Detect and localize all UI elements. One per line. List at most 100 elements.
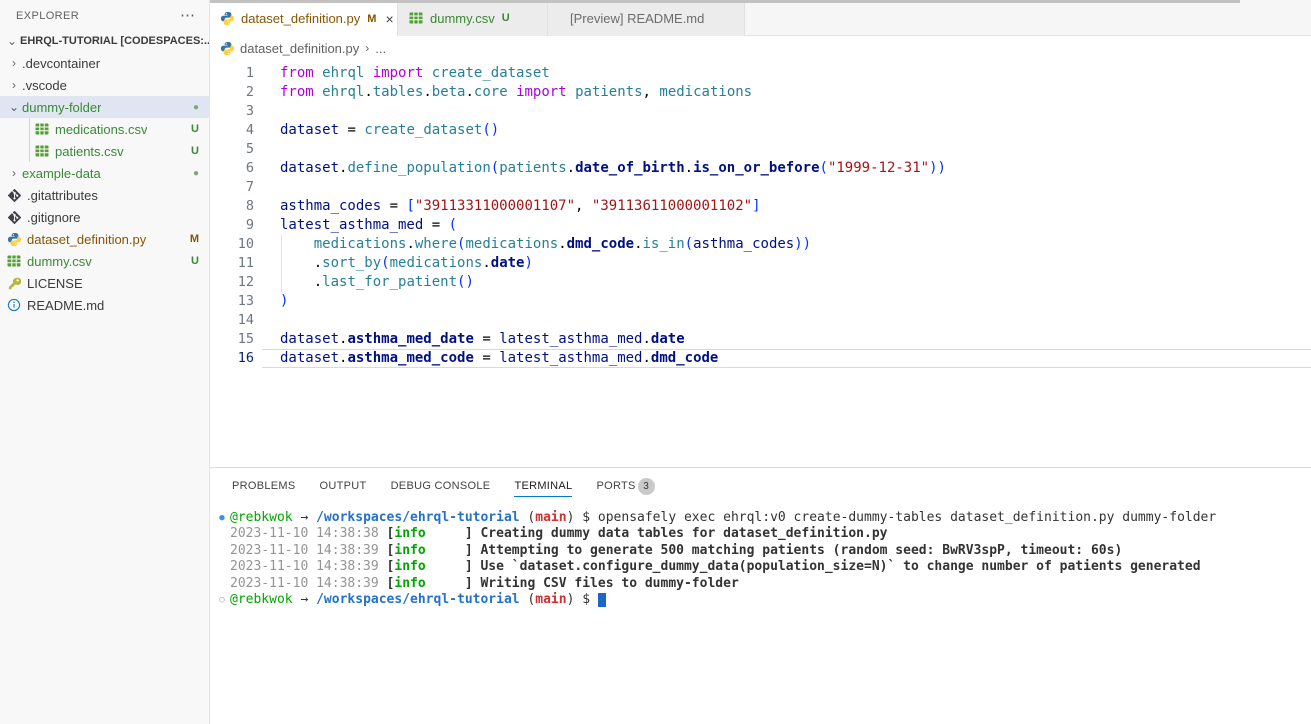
file-tree-item-patients-csv[interactable]: patients.csvU	[0, 140, 209, 162]
code-token: .	[423, 84, 431, 100]
code-editor[interactable]: 1from ehrql import create_dataset2from e…	[210, 60, 1311, 368]
file-tree-item-license[interactable]: LICENSE	[0, 272, 209, 294]
editor-line-10[interactable]: 10 medications.where(medications.dmd_cod…	[210, 235, 1311, 254]
file-tree-item-label: dummy.csv	[27, 254, 92, 269]
tab-dataset-definition-py[interactable]: dataset_definition.pyM×	[210, 0, 398, 36]
code-token: asthma_codes	[280, 198, 381, 214]
file-tree-item-label: LICENSE	[27, 276, 83, 291]
git-status-badge: U	[191, 123, 199, 135]
terminal[interactable]: ●@rebkwok → /workspaces/ehrql-tutorial (…	[210, 502, 1311, 608]
panel-tab-terminal[interactable]: TERMINAL	[514, 474, 572, 497]
line-number: 1	[210, 64, 254, 83]
editor-line-6[interactable]: 6dataset.define_population(patients.date…	[210, 159, 1311, 178]
line-number: 7	[210, 178, 254, 197]
editor-line-15[interactable]: 15dataset.asthma_med_date = latest_asthm…	[210, 330, 1311, 349]
code-token: dataset	[280, 331, 339, 347]
terminal-token: info	[394, 576, 425, 591]
file-tree-item--gitignore[interactable]: .gitignore	[0, 206, 209, 228]
file-tree-item-readme-md[interactable]: README.md	[0, 294, 209, 316]
terminal-token: ]	[426, 543, 481, 558]
panel-tab-label: PROBLEMS	[232, 480, 296, 492]
code-token: create_dataset	[432, 65, 550, 81]
code-text: dataset.asthma_med_code = latest_asthma_…	[280, 349, 718, 368]
panel-tab-ports[interactable]: PORTS3	[596, 472, 654, 499]
line-number: 4	[210, 121, 254, 140]
breadcrumb[interactable]: dataset_definition.py › ...	[210, 36, 1311, 60]
terminal-token: 2023-11-10 14:38:39	[230, 576, 387, 591]
terminal-text: @rebkwok → /workspaces/ehrql-tutorial (m…	[230, 592, 606, 608]
code-token: date	[491, 255, 525, 271]
chevron-down-icon: ⌄	[4, 34, 20, 48]
editor-line-16[interactable]: 16dataset.asthma_med_code = latest_asthm…	[210, 349, 1311, 368]
file-tree-item--gitattributes[interactable]: .gitattributes	[0, 184, 209, 206]
terminal-token: Writing CSV files to dummy-folder	[480, 576, 738, 591]
file-tree-item--vscode[interactable]: ›.vscode	[0, 74, 209, 96]
editor-line-4[interactable]: 4dataset = create_dataset()	[210, 121, 1311, 140]
editor-line-3[interactable]: 3	[210, 102, 1311, 121]
panel-tab-debug-console[interactable]: DEBUG CONSOLE	[391, 474, 491, 496]
code-token: ))	[794, 236, 811, 252]
code-token: dataset	[280, 160, 339, 176]
csv-icon	[6, 253, 22, 269]
file-tree-item-label: medications.csv	[55, 122, 147, 137]
code-token: (	[491, 160, 499, 176]
panel-tab-label: TERMINAL	[514, 480, 572, 492]
code-token: (	[820, 160, 828, 176]
file-tree-item-dummy-csv[interactable]: dummy.csvU	[0, 250, 209, 272]
explorer-more-actions-icon[interactable]: ⋯	[180, 11, 195, 21]
editor-line-11[interactable]: 11 .sort_by(medications.date)	[210, 254, 1311, 273]
line-number: 12	[210, 273, 254, 292]
terminal-token: @rebkwok	[230, 592, 293, 607]
code-token: .	[634, 236, 642, 252]
editor-line-13[interactable]: 13)	[210, 292, 1311, 311]
editor-line-12[interactable]: 12 .last_for_patient()	[210, 273, 1311, 292]
terminal-token: 2023-11-10 14:38:38	[230, 526, 387, 541]
line-number: 14	[210, 311, 254, 330]
terminal-token: opensafely exec ehrql:v0 create-dummy-ta…	[598, 510, 1216, 525]
file-tree-item--devcontainer[interactable]: ›.devcontainer	[0, 52, 209, 74]
terminal-token: (	[520, 592, 536, 607]
editor-line-5[interactable]: 5	[210, 140, 1311, 159]
breadcrumb-ellipsis[interactable]: ...	[375, 41, 386, 56]
code-token	[508, 84, 516, 100]
code-token: patients	[499, 160, 566, 176]
code-token: .	[406, 236, 414, 252]
file-tree-item-medications-csv[interactable]: medications.csv U	[0, 118, 209, 140]
editor-line-8[interactable]: 8asthma_codes = ["39113311000001107", "3…	[210, 197, 1311, 216]
code-token: medications	[465, 236, 558, 252]
code-token: dataset	[280, 122, 339, 138]
terminal-token: info	[394, 543, 425, 558]
code-token: =	[474, 350, 499, 366]
panel-tab-output[interactable]: OUTPUT	[320, 474, 367, 496]
terminal-token: @rebkwok	[230, 510, 293, 525]
panel-tab-problems[interactable]: PROBLEMS	[232, 474, 296, 496]
git-icon	[6, 187, 22, 203]
tab-dummy-csv[interactable]: dummy.csvU	[398, 0, 548, 36]
editor-line-1[interactable]: 1from ehrql import create_dataset	[210, 64, 1311, 83]
terminal-token: $	[574, 592, 597, 607]
code-token: .	[642, 350, 650, 366]
file-tree-item-dataset-definition-py[interactable]: dataset_definition.pyM	[0, 228, 209, 250]
workspace-root-row[interactable]: ⌄ EHRQL-TUTORIAL [CODESPACES:...	[0, 30, 209, 52]
file-tree-item-example-data[interactable]: ›example-data●	[0, 162, 209, 184]
tab-label: dummy.csv	[430, 11, 495, 26]
tab--preview-readme-md[interactable]: [Preview] README.md	[548, 0, 745, 36]
code-token: .	[567, 160, 575, 176]
editor-line-2[interactable]: 2from ehrql.tables.beta.core import pati…	[210, 83, 1311, 102]
code-token: is_on_or_before	[693, 160, 819, 176]
terminal-token: info	[394, 526, 425, 541]
editor-line-7[interactable]: 7	[210, 178, 1311, 197]
terminal-gutter	[214, 543, 230, 559]
editor-line-9[interactable]: 9latest_asthma_med = (	[210, 216, 1311, 235]
file-tree-item-dummy-folder[interactable]: ⌄dummy-folder●	[0, 96, 209, 118]
git-status-badge: M	[190, 233, 199, 245]
code-token: patients	[575, 84, 642, 100]
terminal-text: 2023-11-10 14:38:39 [info ] Use `dataset…	[230, 559, 1201, 575]
terminal-gutter	[214, 576, 230, 592]
editor-tab-bar: dataset_definition.pyM×dummy.csvU[Previe…	[210, 0, 1311, 36]
breadcrumb-file[interactable]: dataset_definition.py	[240, 41, 359, 56]
close-icon[interactable]: ×	[385, 12, 393, 26]
editor-line-14[interactable]: 14	[210, 311, 1311, 330]
code-token: from	[280, 65, 314, 81]
tabbar-scrollbar[interactable]	[210, 0, 1240, 3]
